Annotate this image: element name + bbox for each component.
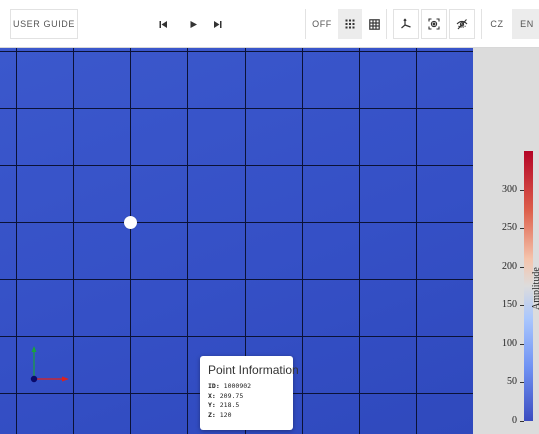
colorbar-tick-mark xyxy=(520,267,524,268)
language-cz-label: CZ xyxy=(490,19,504,29)
tooltip-x-row: X: 209.75 xyxy=(208,392,285,402)
colorbar-tick-mark xyxy=(520,228,524,229)
tooltip-y-key: Y: xyxy=(208,401,216,409)
dot-grid-icon xyxy=(345,19,355,29)
focus-button[interactable] xyxy=(421,9,447,39)
colorbar-tick-mark xyxy=(520,344,524,345)
colorbar-tick-label: 100 xyxy=(502,338,517,349)
language-en-button[interactable]: EN xyxy=(512,9,539,39)
tooltip-z-row: Z: 120 xyxy=(208,411,285,421)
focus-target-icon xyxy=(428,18,440,30)
colorbar-tick-label: 300 xyxy=(502,184,517,195)
tooltip-z-key: Z: xyxy=(208,410,216,419)
tooltip-id-value: 1000902 xyxy=(223,382,252,390)
colorbar-tick-mark xyxy=(520,305,524,306)
tooltip-z-value: 120 xyxy=(219,410,232,419)
colorbar-tick-mark xyxy=(520,421,524,422)
language-cz-button[interactable]: CZ xyxy=(482,9,512,39)
skip-next-icon xyxy=(213,20,222,29)
grid-off-label: OFF xyxy=(312,19,332,29)
visibility-off-icon xyxy=(456,18,468,30)
colorbar-tick-label: 150 xyxy=(502,299,517,310)
colorbar-tick-label: 50 xyxy=(507,376,517,387)
language-en-label: EN xyxy=(520,19,534,29)
user-guide-label: USER GUIDE xyxy=(12,19,75,29)
colorbar-tick-label: 250 xyxy=(502,222,517,233)
colorbar-tick-mark xyxy=(520,190,524,191)
tooltip-x-key: X: xyxy=(208,391,216,400)
tooltip-id-key: ID: xyxy=(208,382,220,390)
tooltip-title: Point Information xyxy=(208,363,299,377)
axes-button[interactable] xyxy=(393,9,419,39)
grid-off-button[interactable]: OFF xyxy=(306,9,338,39)
data-point[interactable] xyxy=(124,216,137,229)
tooltip-y-value: 218.5 xyxy=(219,401,240,409)
grid-lines-icon xyxy=(368,18,380,30)
plot-canvas[interactable]: Point Information ID: 1000902 X: 209.75 … xyxy=(0,48,473,434)
tooltip-y-row: Y: 218.5 xyxy=(208,401,285,411)
toolbar: USER GUIDE OFF CZ EN xyxy=(0,0,539,48)
colorbar-tick-label: 0 xyxy=(512,415,517,426)
colorbar-tick-mark xyxy=(520,382,524,383)
previous-button[interactable] xyxy=(152,9,174,39)
colorbar-panel: 300 250 200 150 100 50 0 Amplitude xyxy=(473,48,539,434)
next-button[interactable] xyxy=(206,9,228,39)
play-button[interactable] xyxy=(182,9,204,39)
play-icon xyxy=(189,20,198,29)
dot-grid-button[interactable] xyxy=(338,9,362,39)
colorbar-tick-label: 200 xyxy=(502,261,517,272)
axes-icon xyxy=(400,18,412,30)
axes-gizmo xyxy=(30,346,69,383)
point-info-tooltip: Point Information ID: 1000902 X: 209.75 … xyxy=(200,356,299,430)
grid-lines-button[interactable] xyxy=(362,9,386,39)
tooltip-x-value: 209.75 xyxy=(219,391,244,400)
tooltip-id-row: ID: 1000902 xyxy=(208,382,285,392)
skip-previous-icon xyxy=(159,20,168,29)
hide-button[interactable] xyxy=(449,9,475,39)
colorbar-title: Amplitude xyxy=(531,267,539,310)
user-guide-button[interactable]: USER GUIDE xyxy=(10,9,78,39)
